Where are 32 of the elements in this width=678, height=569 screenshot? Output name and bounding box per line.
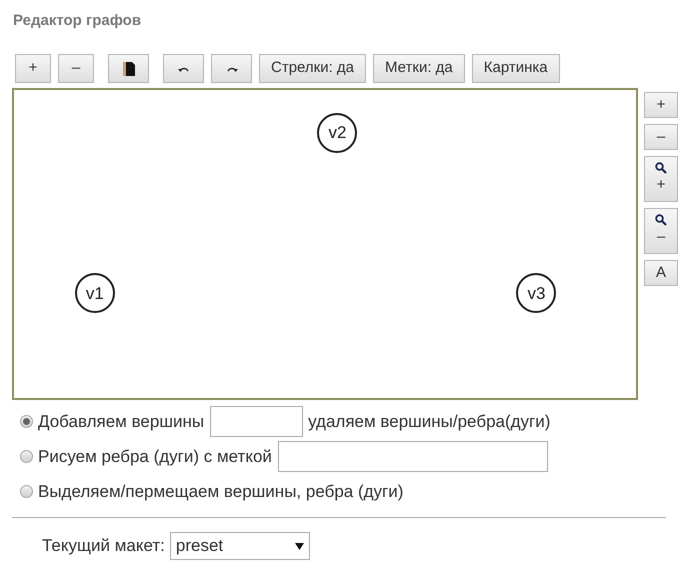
toolbar-button[interactable]: Стрелки: да bbox=[259, 54, 366, 83]
radio-button[interactable] bbox=[20, 415, 33, 428]
graph-canvas[interactable]: v2 v1 v3 bbox=[12, 88, 638, 400]
layout-select[interactable]: preset bbox=[170, 532, 310, 560]
graph-vertex[interactable]: v1 bbox=[74, 273, 115, 314]
dropdown-arrow-icon bbox=[294, 542, 304, 550]
zoom-button[interactable]: + bbox=[644, 156, 678, 202]
undo-button[interactable] bbox=[163, 54, 204, 83]
graph-vertex[interactable]: v3 bbox=[516, 273, 556, 314]
radio-label: Выделяем/пермещаем вершины, ребра (дуги) bbox=[38, 480, 404, 503]
radio-button[interactable] bbox=[20, 485, 33, 498]
side-button[interactable]: + bbox=[644, 92, 678, 118]
text-field[interactable] bbox=[278, 441, 548, 472]
toolbar-button[interactable]: Картинка bbox=[472, 54, 560, 83]
radio-label: удаляем вершины/ребра(дуги) bbox=[308, 410, 550, 433]
toolbar-button[interactable]: – bbox=[58, 54, 94, 83]
zoom-button[interactable]: – bbox=[644, 208, 678, 254]
magnifier-icon bbox=[655, 214, 667, 226]
redo-button[interactable] bbox=[211, 54, 252, 83]
layout-label: Текущий макет: bbox=[42, 535, 165, 558]
radio-label: Рисуем ребра (дуги) с меткой bbox=[38, 446, 272, 468]
toolbar-button[interactable]: + bbox=[15, 54, 51, 83]
radio-label: Добавляем вершины bbox=[38, 410, 204, 433]
page-title: Редактор графов bbox=[13, 11, 142, 31]
side-button[interactable]: A bbox=[644, 260, 678, 286]
graph-vertex[interactable]: v2 bbox=[317, 113, 358, 154]
text-field[interactable] bbox=[210, 406, 304, 437]
radio-button[interactable] bbox=[20, 450, 33, 463]
toolbar-button[interactable]: Метки: да bbox=[373, 54, 465, 83]
save-button[interactable] bbox=[108, 54, 149, 83]
magnifier-icon bbox=[655, 162, 667, 174]
side-button[interactable]: – bbox=[644, 124, 678, 150]
